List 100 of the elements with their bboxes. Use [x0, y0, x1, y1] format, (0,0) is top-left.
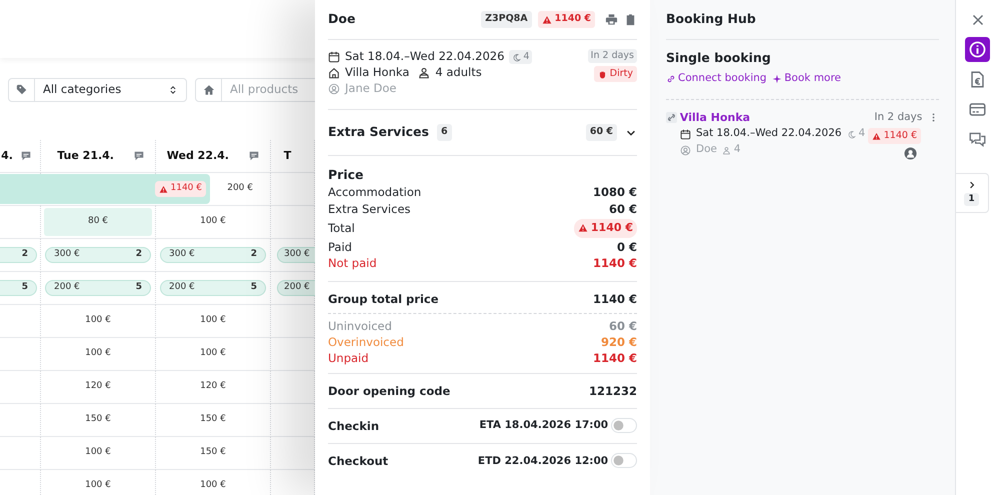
section-title: Price: [328, 166, 364, 184]
guests-icon: [418, 67, 430, 79]
date-range: Sat 18.04.–Wed 22.04.2026: [696, 126, 842, 142]
property-name: Villa Honka: [345, 64, 410, 82]
price-label: Total: [328, 220, 355, 237]
calendar-cell: 150 €: [41, 404, 156, 437]
expand-tab[interactable]: 1: [956, 173, 988, 213]
column-label: 4.: [1, 148, 13, 164]
home-icon: [328, 67, 340, 79]
rate-pill[interactable]: 300 € 2: [45, 247, 151, 263]
rate-pill[interactable]: 200 €: [277, 280, 315, 296]
nights-badge: 4: [509, 50, 532, 64]
calendar-cell: [0, 371, 41, 404]
price-block[interactable]: 80 €: [44, 208, 152, 236]
housekeeping-badge: Dirty: [594, 66, 637, 82]
price-value: 1080 €: [592, 184, 637, 202]
close-icon: [970, 12, 984, 26]
price-alert-badge: 1140 €: [154, 181, 206, 197]
price-label: Not paid: [328, 255, 377, 272]
calendar-cell: 150 €: [156, 437, 271, 470]
rate-pill[interactable]: 2: [0, 247, 37, 263]
user-icon: [328, 83, 340, 95]
nights-count: 4: [846, 126, 866, 142]
arrival-text: In 2 days: [874, 110, 922, 124]
rate-pill[interactable]: 200 € 5: [45, 280, 151, 296]
price-label: Unpaid: [328, 350, 369, 367]
chat-icon: [969, 131, 986, 148]
comment-icon: [248, 150, 260, 162]
price-alert-badge: 1140 €: [574, 219, 637, 238]
info-icon: [969, 41, 986, 58]
calendar-cell: 120 €: [41, 371, 156, 404]
column-label: Wed 22.4.: [166, 148, 229, 164]
arrival-badge: In 2 days: [588, 49, 637, 64]
calendar-icon: [328, 51, 340, 63]
price-value: 60 €: [608, 200, 637, 218]
calendar-cell: [0, 338, 41, 371]
rate-pill[interactable]: 300 € 2: [160, 247, 266, 263]
action-link[interactable]: Connect booking: [666, 70, 767, 86]
booking-bar[interactable]: 1140 €: [0, 174, 210, 204]
rate-pill[interactable]: 200 € 5: [160, 280, 266, 296]
panel-title: Booking Hub: [666, 10, 756, 28]
price-label: Extra Services: [328, 200, 411, 218]
moon-icon: [846, 130, 856, 138]
product-filter[interactable]: All products: [195, 78, 315, 102]
action-link[interactable]: Book more: [772, 70, 842, 86]
calendar-cell: 100 €: [41, 470, 156, 495]
card-icon: [969, 101, 986, 118]
door-code-label: Door opening code: [328, 382, 450, 400]
status-label: Checkin: [328, 418, 380, 435]
calendar-cell: 100 €: [41, 437, 156, 470]
price-value: 60 €: [608, 318, 637, 335]
warning-icon: [578, 223, 588, 234]
time-text: ETA 18.04.2026 17:00: [479, 418, 608, 434]
contact-name: Jane Doe: [345, 80, 396, 98]
calendar-cell: [0, 437, 41, 470]
time-text: ETD 22.04.2026 12:00: [478, 454, 608, 469]
price-value: 1140 €: [592, 290, 637, 308]
price-label: Paid: [328, 238, 352, 256]
toggle-switch[interactable]: [611, 453, 637, 468]
booking-link[interactable]: Villa Honka: [680, 110, 750, 126]
status-label: Checkout: [328, 453, 388, 470]
panel-tab[interactable]: [965, 37, 990, 62]
column-label: Tue 21.4.: [57, 148, 114, 164]
date-range: Sat 18.04.–Wed 22.04.2026: [345, 48, 504, 66]
sparkle-icon: [772, 74, 782, 84]
rate-pill[interactable]: 5: [0, 280, 37, 296]
price-alert-badge: 1140 €: [868, 128, 921, 144]
occupancy: 4 adults: [435, 64, 482, 82]
calendar-cell: 100 €: [156, 206, 271, 239]
avatar-icon: [904, 147, 917, 160]
user-icon: [680, 144, 691, 156]
link-icon: [666, 74, 676, 84]
calendar-cell: [0, 404, 41, 437]
count-badge: 1: [964, 192, 979, 206]
column-label: T: [284, 148, 292, 164]
warning-icon: [542, 14, 552, 24]
moon-icon: [512, 52, 522, 62]
price-value: 1140 €: [592, 255, 637, 272]
warning-icon: [872, 132, 881, 141]
price-label: Uninvoiced: [328, 318, 392, 335]
guest-name: Doe: [328, 10, 356, 28]
comment-icon: [133, 150, 145, 162]
product-field[interactable]: All products: [222, 79, 315, 101]
home-icon: [202, 84, 214, 96]
rate-pill[interactable]: 300 €: [277, 247, 315, 263]
guest-name: Doe: [696, 142, 717, 158]
invoice-icon: [969, 71, 986, 88]
count-badge: 6: [436, 124, 452, 141]
clipboard-icon[interactable]: [624, 13, 637, 26]
guest-count: 4: [722, 142, 741, 158]
booking-code: Z3PQ8A: [481, 11, 532, 28]
calendar-icon: [680, 128, 691, 140]
price-value: 920 €: [600, 334, 637, 351]
warning-icon: [158, 184, 168, 194]
section-title: Single booking: [666, 49, 772, 67]
toggle-switch[interactable]: [611, 418, 637, 433]
price-label: Group total price: [328, 290, 438, 308]
price-label: Accommodation: [328, 184, 422, 202]
door-code: 121232: [588, 382, 637, 400]
print-icon[interactable]: [605, 13, 618, 26]
